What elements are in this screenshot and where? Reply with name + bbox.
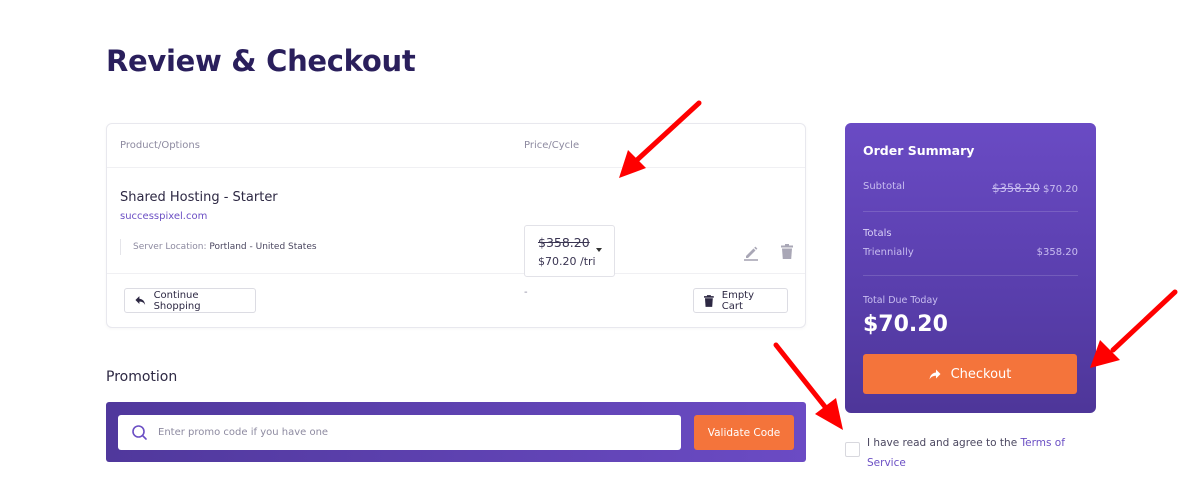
option-label: Server Location: <box>133 242 207 252</box>
terms-checkbox[interactable] <box>845 442 860 457</box>
option-value: Portland - United States <box>209 242 317 252</box>
cycle-row: Triennially $358.20 <box>863 247 1078 258</box>
order-summary: Order Summary Subtotal $358.20 $70.20 To… <box>845 123 1096 413</box>
column-header-product: Product/Options <box>120 140 200 151</box>
caret-down-icon <box>596 248 602 252</box>
pencil-icon <box>744 246 758 261</box>
promotion-bar: Validate Code <box>106 402 806 462</box>
trash-icon <box>704 294 714 307</box>
remove-item-button[interactable] <box>777 242 797 262</box>
price-original: $358.20 <box>538 235 590 250</box>
server-location-option: Server Location: Portland - United State… <box>120 239 317 255</box>
subtotal-label: Subtotal <box>863 181 905 192</box>
cart-table: Product/Options Price/Cycle Shared Hosti… <box>106 123 806 328</box>
cart-item: Shared Hosting - Starter successpixel.co… <box>107 168 805 298</box>
subtotal-current: $70.20 <box>1043 184 1078 195</box>
page-title: Review & Checkout <box>106 44 416 78</box>
product-name: Shared Hosting - Starter <box>120 190 278 205</box>
order-summary-title: Order Summary <box>863 143 975 158</box>
checkout-button[interactable]: Checkout <box>863 354 1077 394</box>
column-header-price: Price/Cycle <box>524 140 580 151</box>
subtotal-original: $358.20 <box>992 181 1040 195</box>
checkout-label: Checkout <box>950 366 1012 382</box>
subtotal-value: $358.20 $70.20 <box>992 181 1078 195</box>
annotation-arrow-checkout <box>1090 289 1178 368</box>
terms-label: I have read and agree to the <box>867 437 1021 449</box>
cycle-amount: $358.20 <box>1036 247 1078 258</box>
divider <box>863 211 1078 212</box>
promo-code-input[interactable] <box>158 415 673 450</box>
continue-shopping-label: Continue Shopping <box>153 289 201 312</box>
share-arrow-icon <box>929 369 941 379</box>
total-due-amount: $70.20 <box>863 312 948 337</box>
billing-cycle-dropdown[interactable]: $358.20 $70.20 /tri <box>524 225 615 277</box>
total-due-label: Total Due Today <box>863 295 938 306</box>
cycle-label: Triennially <box>863 247 914 258</box>
trash-icon <box>781 244 793 259</box>
promotion-title: Promotion <box>106 369 178 385</box>
validate-code-button[interactable]: Validate Code <box>694 415 794 450</box>
reply-arrow-icon <box>135 296 146 305</box>
terms-text: I have read and agree to the Terms of Se… <box>867 433 1082 473</box>
promo-input-wrapper <box>118 415 681 450</box>
divider <box>863 275 1078 276</box>
empty-cart-button[interactable]: Empty Cart <box>693 288 788 313</box>
empty-cart-label: Empty Cart <box>721 289 755 312</box>
product-domain: successpixel.com <box>120 211 208 222</box>
cart-footer: Continue Shopping Empty Cart <box>107 274 805 328</box>
price-current: $70.20 /tri <box>538 255 596 268</box>
subtotal-row: Subtotal $358.20 $70.20 <box>863 181 1078 195</box>
totals-label: Totals <box>863 228 892 239</box>
continue-shopping-button[interactable]: Continue Shopping <box>124 288 256 313</box>
search-icon <box>132 425 147 440</box>
edit-item-button[interactable] <box>741 242 761 262</box>
cart-header: Product/Options Price/Cycle <box>107 124 805 168</box>
